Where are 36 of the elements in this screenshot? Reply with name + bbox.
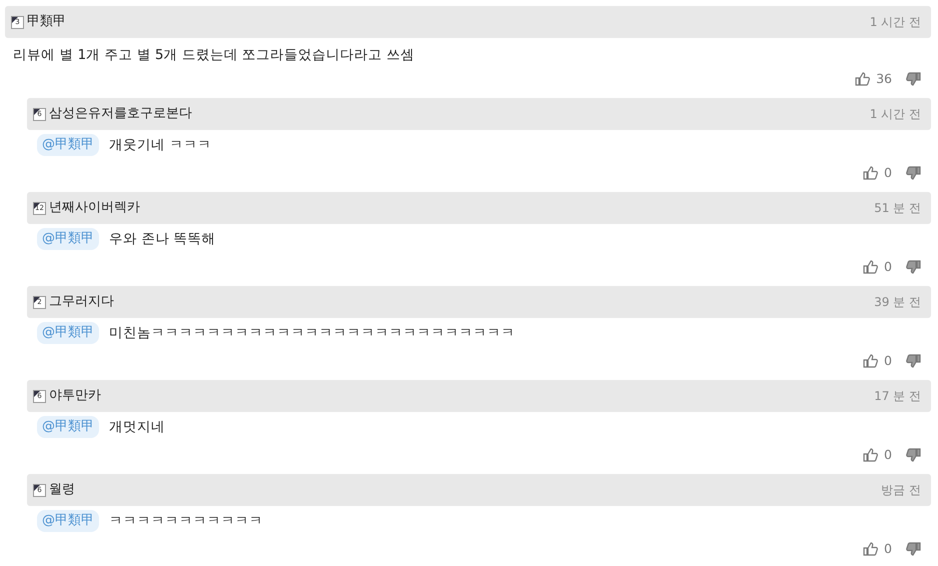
reply-text: 미친놈ㅋㅋㅋㅋㅋㅋㅋㅋㅋㅋㅋㅋㅋㅋㅋㅋㅋㅋㅋㅋㅋㅋㅋㅋㅋㅋ [109,324,515,343]
like-count: 0 [884,164,892,182]
dislike-icon[interactable] [906,164,921,182]
timestamp: 39 분 전 [874,294,921,311]
like-count: 36 [876,70,892,88]
like-count: 0 [884,540,892,558]
like-icon[interactable] [863,446,878,464]
author-name[interactable]: 년째사이버렉카 [49,198,140,218]
timestamp: 방금 전 [881,482,921,499]
dislike-icon[interactable] [906,540,921,558]
author-name[interactable]: 그무러지다 [49,292,114,312]
like-icon[interactable] [855,70,870,88]
timestamp: 1 시간 전 [870,106,921,123]
like-icon[interactable] [863,540,878,558]
reply-text: 개멋지네 [109,418,165,437]
timestamp: 51 분 전 [874,200,921,217]
author-name[interactable]: 야투만카 [49,386,101,406]
reply-text: 개웃기네 ㅋㅋㅋ [109,136,212,155]
author-name[interactable]: 삼성은유저를호구로본다 [49,104,192,124]
comment-text: 리뷰에 별 1개 주고 별 5개 드렸는데 쪼그라들었습니다라고 쓰셈 [12,46,416,65]
dislike-icon[interactable] [906,70,921,88]
like-icon[interactable] [863,352,878,370]
reply-text: 우와 존나 똑똑해 [109,230,216,249]
like-count: 0 [884,258,892,276]
dislike-icon[interactable] [906,258,921,276]
reply-text: ㅋㅋㅋㅋㅋㅋㅋㅋㅋㅋㅋ [109,512,263,531]
timestamp: 1 시간 전 [870,14,921,31]
like-count: 0 [884,352,892,370]
like-count: 0 [884,446,892,464]
dislike-icon[interactable] [906,352,921,370]
author-name[interactable]: 월령 [49,480,75,500]
like-icon[interactable] [863,258,878,276]
like-icon[interactable] [863,164,878,182]
author-name[interactable]: 甲類甲 [27,12,66,32]
dislike-icon[interactable] [906,446,921,464]
timestamp: 17 분 전 [874,388,921,405]
